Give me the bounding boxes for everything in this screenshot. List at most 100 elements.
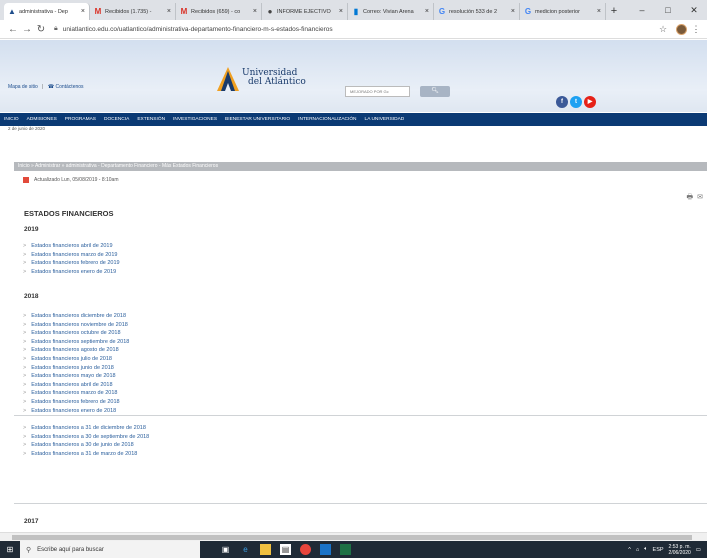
store-icon[interactable]: ▤: [280, 544, 291, 555]
list-item[interactable]: > Estados financieros marzo de 2018: [23, 389, 129, 398]
close-tab-icon[interactable]: ×: [167, 8, 171, 15]
document-link[interactable]: Estados financieros abril de 2019: [31, 243, 112, 249]
browser-tab[interactable]: ● INFORME EJECTIVO ×: [262, 3, 348, 20]
list-item[interactable]: > Estados financieros abril de 2019: [23, 242, 120, 251]
tray-chevron-icon[interactable]: ^: [628, 547, 631, 553]
list-item[interactable]: > Estados financieros febrero de 2018: [23, 398, 129, 407]
close-window-button[interactable]: ✕: [681, 0, 707, 20]
document-link[interactable]: Estados financieros a 31 de marzo de 201…: [31, 451, 137, 457]
browser-tab[interactable]: Gmedicion posterior ×: [520, 3, 606, 20]
nav-item[interactable]: INICIO: [4, 117, 19, 122]
language-indicator[interactable]: ESP: [653, 547, 664, 553]
twitter-icon[interactable]: t: [570, 96, 582, 108]
volume-icon[interactable]: 🔈︎: [644, 546, 647, 553]
edge-icon[interactable]: e: [240, 544, 251, 555]
nav-item[interactable]: EXTENSIÓN: [137, 117, 165, 122]
document-link[interactable]: Estados financieros mayo de 2018: [31, 373, 115, 379]
nav-item[interactable]: PROGRAMAS: [65, 117, 96, 122]
close-tab-icon[interactable]: ×: [511, 8, 515, 15]
site-search-button[interactable]: 🔍︎: [420, 86, 450, 97]
list-item[interactable]: > Estados financieros diciembre de 2018: [23, 312, 129, 321]
browser-tab[interactable]: M Recibidos (1.735) - ×: [90, 3, 176, 20]
bookmark-star-icon[interactable]: ☆: [656, 24, 670, 35]
notifications-icon[interactable]: ▭: [696, 547, 701, 553]
clock[interactable]: 2:53 p. m. 2/06/2020: [669, 544, 691, 556]
list-item[interactable]: > Estados financieros noviembre de 2018: [23, 321, 129, 330]
list-item[interactable]: > Estados financieros agosto de 2018: [23, 346, 129, 355]
browser-tab[interactable]: ▮ Correo: Vivian Arena ×: [348, 3, 434, 20]
document-link[interactable]: Estados financieros septiembre de 2018: [31, 339, 129, 345]
sitemap-link[interactable]: Mapa de sitio: [8, 84, 38, 90]
close-tab-icon[interactable]: ×: [81, 8, 85, 15]
close-tab-icon[interactable]: ×: [425, 8, 429, 15]
nav-item[interactable]: DOCENCIA: [104, 117, 129, 122]
document-link[interactable]: Estados financieros abril de 2018: [31, 382, 112, 388]
horizontal-scrollbar[interactable]: [0, 532, 707, 541]
document-link[interactable]: Estados financieros julio de 2018: [31, 356, 112, 362]
list-item[interactable]: > Estados financieros junio de 2018: [23, 364, 129, 373]
list-item[interactable]: > Estados financieros octubre de 2018: [23, 329, 129, 338]
explorer-icon[interactable]: [260, 544, 271, 555]
list-item[interactable]: > Estados financieros a 31 de marzo de 20…: [23, 450, 149, 459]
list-item[interactable]: > Estados financieros abril de 2018: [23, 381, 129, 390]
site-search-input[interactable]: MEJORADO POR Gc: [345, 86, 410, 97]
close-tab-icon[interactable]: ×: [253, 8, 257, 15]
reload-icon[interactable]: ↻: [34, 24, 48, 35]
document-link[interactable]: Estados financieros enero de 2018: [31, 408, 116, 414]
windows-start-icon[interactable]: ⊞: [0, 545, 20, 554]
document-link[interactable]: Estados financieros febrero de 2019: [31, 260, 119, 266]
list-item[interactable]: > Estados financieros a 30 de septiembre …: [23, 433, 149, 442]
list-item[interactable]: > Estados financieros febrero de 2019: [23, 259, 120, 268]
network-icon[interactable]: ⌂: [636, 547, 639, 553]
browser-tab[interactable]: M Recibidos (659) - co ×: [176, 3, 262, 20]
university-logo[interactable]: Universidad del Atlántico: [217, 67, 306, 91]
back-icon[interactable]: ←: [6, 24, 20, 35]
nav-item[interactable]: ADMISIONES: [27, 117, 57, 122]
document-link[interactable]: Estados financieros marzo de 2018: [31, 390, 117, 396]
document-link[interactable]: Estados financieros a 31 de diciembre de…: [31, 425, 146, 431]
nav-item[interactable]: INVESTIGACIONES: [173, 117, 217, 122]
list-item[interactable]: > Estados financieros marzo de 2019: [23, 251, 120, 260]
document-link[interactable]: Estados financieros noviembre de 2018: [31, 322, 128, 328]
document-link[interactable]: Estados financieros junio de 2018: [31, 365, 114, 371]
new-tab-button[interactable]: +: [606, 3, 622, 20]
close-tab-icon[interactable]: ×: [339, 8, 343, 15]
maximize-button[interactable]: □: [655, 0, 681, 20]
chrome-icon[interactable]: [300, 544, 311, 555]
nav-item[interactable]: INTERNACIONALIZACIÓN: [298, 117, 356, 122]
menu-more-icon[interactable]: ⋮: [691, 24, 701, 35]
nav-item[interactable]: LA UNIVERSIDAD: [365, 117, 405, 122]
document-link[interactable]: Estados financieros a 30 de junio de 201…: [31, 442, 133, 448]
document-link[interactable]: Estados financieros agosto de 2018: [31, 347, 118, 353]
email-icon[interactable]: ✉: [697, 193, 703, 204]
document-link[interactable]: Estados financieros a 30 de septiembre d…: [31, 434, 149, 440]
list-item[interactable]: > Estados financieros mayo de 2018: [23, 372, 129, 381]
outlook-icon[interactable]: [320, 544, 331, 555]
document-link[interactable]: Estados financieros diciembre de 2018: [31, 313, 126, 319]
list-item[interactable]: > Estados financieros a 31 de diciembre d…: [23, 424, 149, 433]
list-item[interactable]: > Estados financieros julio de 2018: [23, 355, 129, 364]
close-tab-icon[interactable]: ×: [597, 8, 601, 15]
youtube-icon[interactable]: ▶: [584, 96, 596, 108]
document-link[interactable]: Estados financieros marzo de 2019: [31, 252, 117, 258]
profile-avatar[interactable]: [676, 23, 687, 35]
browser-tab[interactable]: Gresolución 533 de 2 ×: [434, 3, 520, 20]
list-item[interactable]: > Estados financieros septiembre de 2018: [23, 338, 129, 347]
nav-item[interactable]: BIENESTAR UNIVERSITARIO: [225, 117, 290, 122]
print-icon[interactable]: 🖶: [687, 193, 694, 204]
minimize-button[interactable]: –: [629, 0, 655, 20]
list-item[interactable]: > Estados financieros enero de 2018: [23, 407, 129, 416]
document-link[interactable]: Estados financieros octubre de 2018: [31, 330, 120, 336]
document-link[interactable]: Estados financieros enero de 2019: [31, 269, 116, 275]
scrollbar-thumb[interactable]: [12, 535, 692, 540]
excel-icon[interactable]: [340, 544, 351, 555]
document-link[interactable]: Estados financieros febrero de 2018: [31, 399, 119, 405]
taskbar-search[interactable]: ⚲ Escribe aquí para buscar: [20, 541, 200, 558]
forward-icon[interactable]: →: [20, 24, 34, 35]
contact-link[interactable]: Contáctenos: [55, 84, 83, 90]
facebook-icon[interactable]: f: [556, 96, 568, 108]
list-item[interactable]: > Estados financieros enero de 2019: [23, 268, 120, 277]
url-field[interactable]: 🔒︎ uniatlantico.edu.co/uatlantico/admini…: [54, 22, 656, 36]
task-view-icon[interactable]: ▣: [220, 544, 231, 555]
browser-tab[interactable]: ▲ administrativa - Dep ×: [4, 3, 90, 20]
